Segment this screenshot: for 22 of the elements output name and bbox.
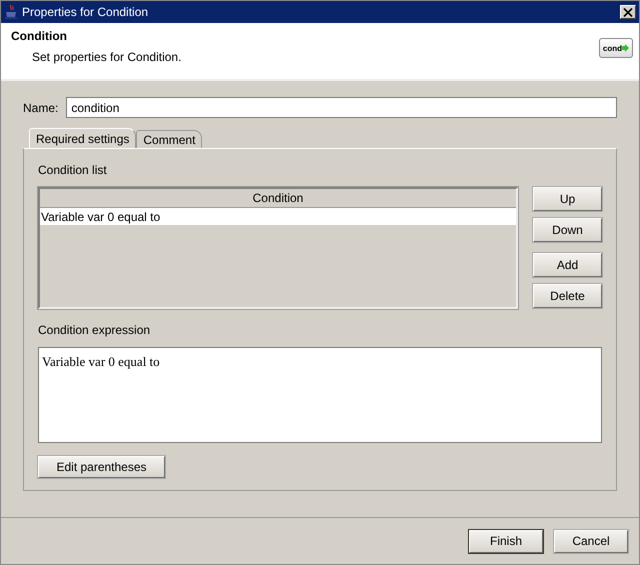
section-label: Condition list xyxy=(38,163,108,177)
name-field[interactable]: condition xyxy=(66,97,617,118)
cup-icon xyxy=(4,4,18,20)
dialog-button[interactable]: Cancel xyxy=(554,530,628,552)
list-button[interactable]: Down xyxy=(533,218,602,242)
close-button[interactable] xyxy=(620,5,636,19)
tab[interactable]: Comment xyxy=(136,130,202,148)
header-title: Condition xyxy=(11,29,68,43)
list-button[interactable]: Up xyxy=(533,187,602,211)
window-title: Properties for Condition xyxy=(22,5,150,19)
tab[interactable]: Required settings xyxy=(29,128,136,148)
list-button[interactable]: Delete xyxy=(533,284,602,308)
header-description: Set properties for Condition. xyxy=(31,50,182,64)
condition-badge-icon: cond xyxy=(598,38,633,58)
list-button[interactable]: Add xyxy=(533,253,602,277)
name-label: Name: xyxy=(23,100,58,114)
section-label: Condition expression xyxy=(38,323,152,337)
table-row[interactable]: Variable var 0 equal to xyxy=(40,208,516,225)
expression-area[interactable]: Variable var 0 equal to xyxy=(38,347,602,443)
dialog-button[interactable]: Finish xyxy=(469,530,543,552)
edit-parentheses-button[interactable]: Edit parentheses xyxy=(38,456,165,478)
column-header[interactable]: Condition xyxy=(252,191,304,205)
